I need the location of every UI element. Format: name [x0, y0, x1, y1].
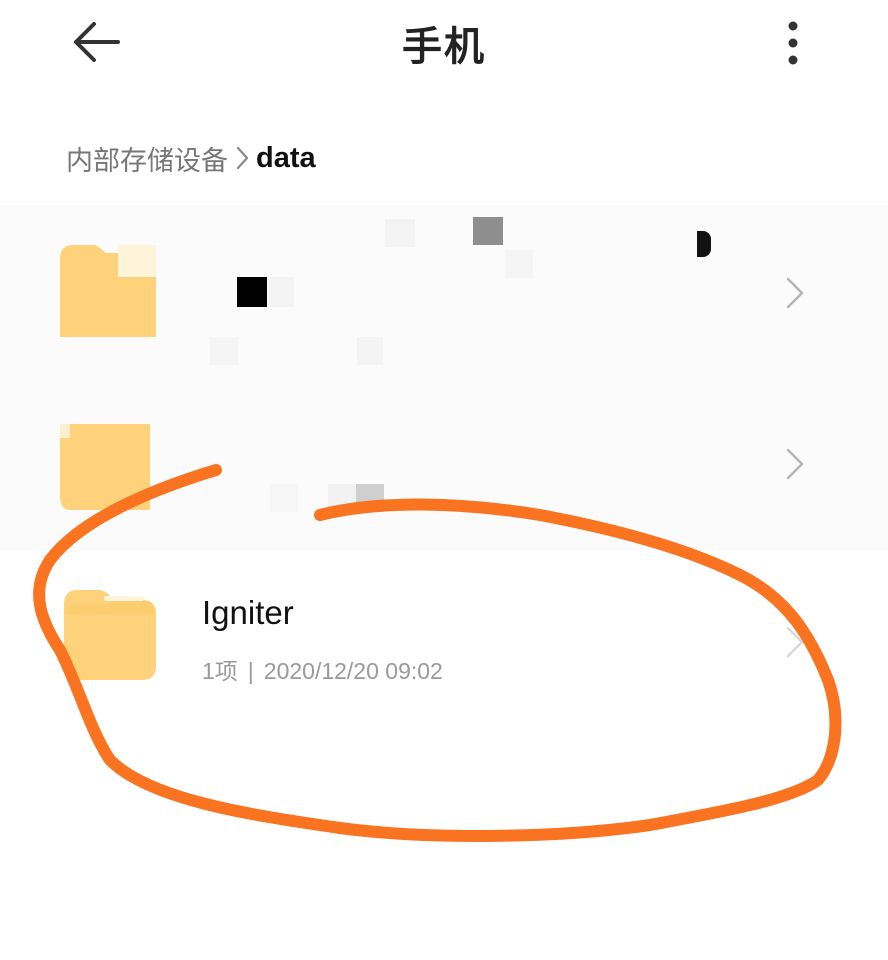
- item-name: Igniter: [202, 594, 294, 631]
- redaction-block: [328, 484, 356, 512]
- list-item[interactable]: [0, 205, 888, 380]
- redaction-block: [505, 250, 533, 278]
- redaction-block: [237, 277, 267, 307]
- redaction-block: [268, 277, 294, 307]
- item-count: 1项: [202, 658, 238, 684]
- breadcrumb-current: data: [256, 141, 316, 174]
- breadcrumb: 内部存储设备 data: [66, 138, 316, 178]
- item-meta: 1项 | 2020/12/20 09:02: [202, 652, 443, 686]
- more-vertical-icon: [788, 21, 798, 65]
- folder-icon: [64, 590, 156, 680]
- folder-icon: [60, 245, 156, 337]
- redaction-block: [473, 217, 503, 245]
- list-item[interactable]: Igniter 1项 | 2020/12/20 09:02: [0, 550, 888, 720]
- list-item[interactable]: [0, 380, 888, 550]
- meta-separator: |: [247, 658, 254, 684]
- breadcrumb-root[interactable]: 内部存储设备: [66, 139, 228, 178]
- item-date: 2020/12/20 09:02: [263, 658, 443, 684]
- redaction-block: [385, 219, 415, 247]
- breadcrumb-chevron-icon: [236, 146, 249, 170]
- folder-icon: [60, 424, 150, 510]
- redaction-block: [697, 231, 711, 257]
- redaction-block: [210, 337, 238, 365]
- chevron-right-icon: [786, 626, 804, 658]
- top-app-bar: 手机: [0, 0, 888, 90]
- more-options-button[interactable]: [772, 18, 814, 68]
- page-title: 手机: [402, 24, 486, 70]
- redaction-block: [357, 337, 383, 365]
- chevron-right-icon: [786, 448, 804, 480]
- chevron-right-icon: [786, 277, 804, 309]
- redaction-block: [270, 484, 298, 512]
- redaction-block: [356, 484, 384, 512]
